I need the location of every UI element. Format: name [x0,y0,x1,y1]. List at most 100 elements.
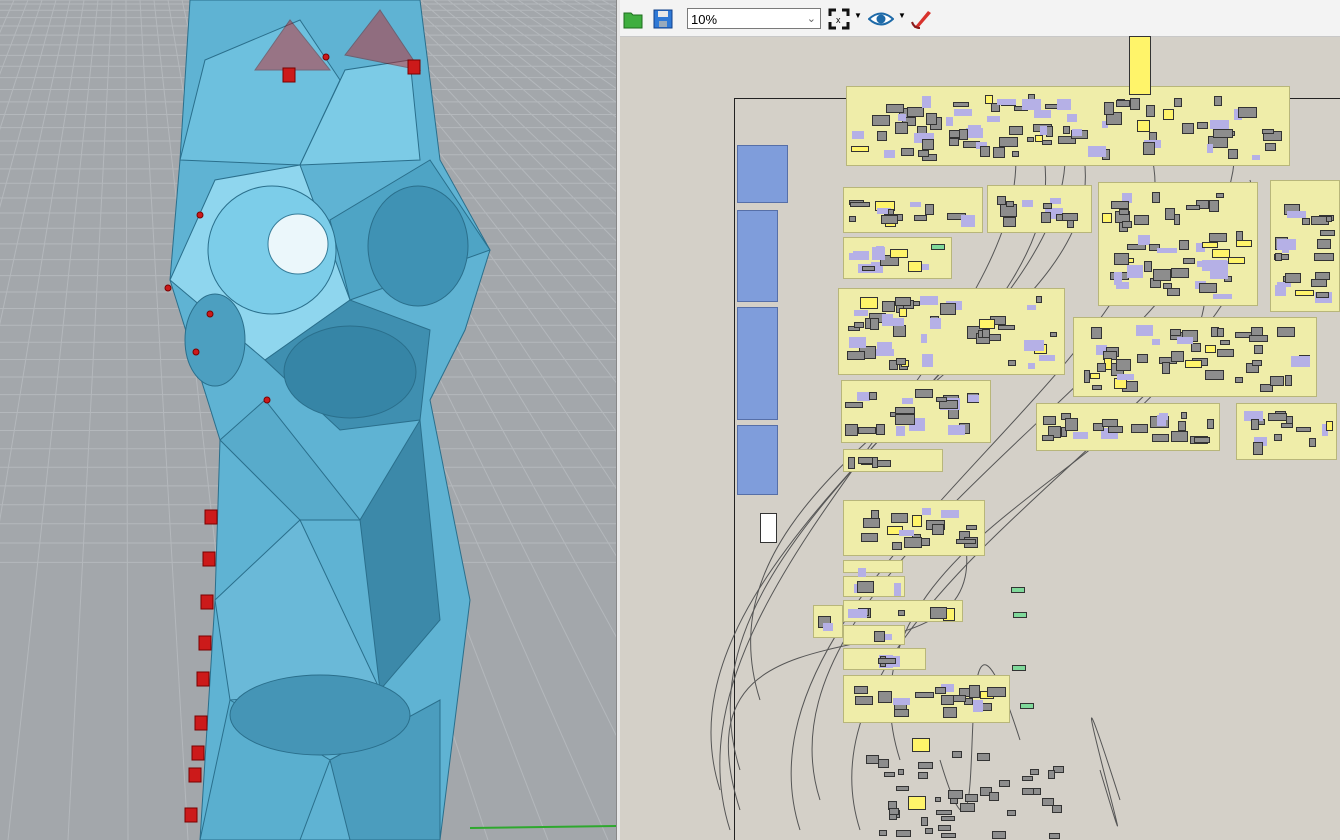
component-node[interactable] [940,302,957,315]
component-node[interactable] [1162,109,1175,120]
component-node[interactable] [822,622,833,632]
component-node[interactable] [1183,258,1195,264]
component-node[interactable] [1121,221,1132,228]
component-node[interactable] [1202,242,1219,249]
component-node[interactable] [1265,143,1277,151]
component-node[interactable] [1185,204,1201,210]
component-node[interactable] [991,830,1007,839]
component-node[interactable] [1021,98,1041,111]
component-node[interactable] [1097,362,1106,373]
component-node[interactable] [909,201,922,208]
component-node[interactable] [1073,431,1089,439]
component-node[interactable] [1237,106,1258,119]
component-node[interactable] [848,215,856,222]
component-node[interactable] [1005,201,1015,208]
component-node[interactable] [1063,126,1070,134]
component-node[interactable] [887,318,904,327]
component-node[interactable] [894,583,901,596]
component-node[interactable] [1309,437,1316,447]
component-node[interactable] [1174,97,1182,107]
component-node[interactable] [851,145,870,153]
component-node[interactable] [1217,348,1235,357]
component-node[interactable] [895,426,906,437]
component-node[interactable] [943,706,957,718]
component-node[interactable] [885,103,905,114]
component-node[interactable] [1236,240,1253,248]
zoom-menu-arrow-icon[interactable]: ▼ [854,11,862,20]
component-node[interactable] [935,809,952,816]
component-node[interactable] [932,523,944,536]
component-node[interactable] [860,533,878,543]
component-node[interactable] [1116,281,1130,289]
zoom-extents-icon[interactable]: x [828,8,850,30]
component-node[interactable] [1204,370,1224,380]
component-node[interactable] [1110,200,1130,210]
component-node[interactable] [1088,146,1107,158]
component-node[interactable] [1091,385,1103,391]
component-node[interactable] [861,265,875,271]
component-node[interactable] [1277,326,1295,337]
component-node[interactable] [1065,417,1079,431]
component-node[interactable] [999,136,1018,147]
component-node[interactable] [862,518,880,528]
component-node[interactable] [876,459,891,467]
component-node[interactable] [929,606,947,620]
component-node[interactable] [853,309,868,317]
group-box[interactable] [843,560,903,573]
component-node[interactable] [1152,191,1161,203]
component-node[interactable] [911,514,922,527]
component-node[interactable] [883,149,895,158]
component-node[interactable] [884,633,892,641]
component-node[interactable] [847,456,855,470]
component-node[interactable] [895,297,912,306]
component-node[interactable] [1114,252,1130,266]
component-node[interactable] [1280,423,1294,429]
component-node[interactable] [1325,420,1333,432]
component-node[interactable] [965,794,979,803]
component-node[interactable] [883,771,895,778]
component-node[interactable] [940,510,959,519]
component-node[interactable] [854,321,865,328]
component-node[interactable] [1206,418,1214,430]
component-node[interactable] [848,608,867,618]
component-node[interactable] [1116,358,1131,372]
component-node[interactable] [900,147,915,156]
component-node[interactable] [860,297,879,309]
component-node[interactable] [920,334,927,343]
component-node[interactable] [1033,109,1052,119]
component-node[interactable] [1211,249,1230,258]
list-panel[interactable] [737,307,778,420]
component-node[interactable] [1268,413,1287,421]
component-node[interactable] [1169,329,1182,336]
number-slider[interactable] [908,796,926,810]
component-node[interactable] [845,423,859,437]
component-node[interactable] [1028,363,1036,369]
panel-component[interactable] [760,513,777,543]
component-node[interactable] [907,106,924,118]
component-node[interactable] [1090,373,1100,380]
component-node[interactable] [898,308,907,318]
component-node[interactable] [898,113,907,122]
component-node[interactable] [895,413,916,426]
component-node[interactable] [893,697,910,706]
component-node[interactable] [877,690,893,704]
component-node[interactable] [1050,332,1057,338]
component-node[interactable] [1003,216,1017,227]
component-node[interactable] [1145,105,1155,117]
component-node[interactable] [1317,239,1331,249]
component-node[interactable] [938,825,951,831]
component-node[interactable] [996,99,1017,105]
component-node[interactable] [858,426,877,434]
component-node[interactable] [1048,832,1061,839]
component-node[interactable] [878,830,888,837]
component-node[interactable] [953,101,969,107]
component-node[interactable] [1007,810,1016,816]
component-node[interactable] [1152,434,1170,442]
component-node[interactable] [1153,268,1172,281]
component-node[interactable] [1170,350,1184,362]
component-node[interactable] [1103,101,1114,115]
component-node[interactable] [918,771,928,779]
component-node[interactable] [856,580,874,594]
component-node[interactable] [1067,113,1077,122]
component-node[interactable] [1041,435,1055,442]
